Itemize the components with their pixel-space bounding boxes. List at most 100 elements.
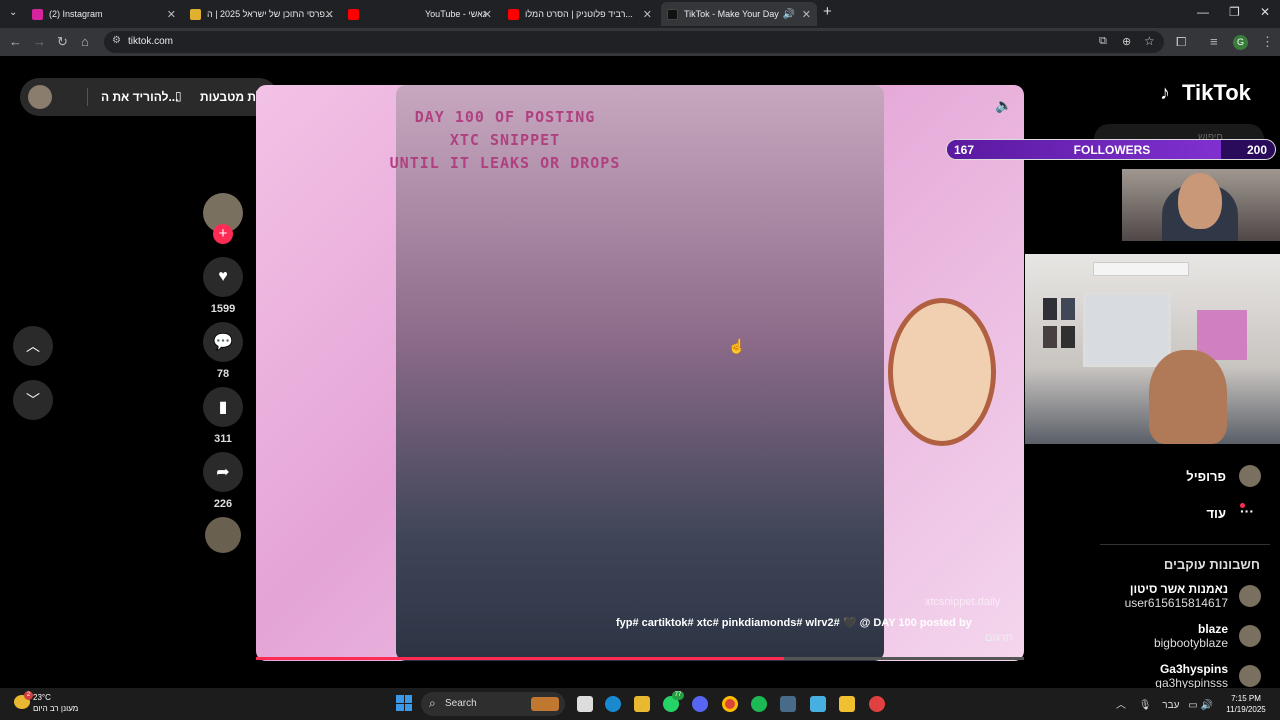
app-icon[interactable] (869, 696, 885, 712)
taskbar-search[interactable]: ⌕ Search (421, 692, 565, 716)
url-text[interactable]: tiktok.com (128, 36, 173, 47)
tab-awards[interactable]: פרסי התוכן של ישראל 2025 | ה... ✕ (184, 2, 340, 26)
minimize-button[interactable]: — (1197, 5, 1209, 19)
weather-desc: מעונן רב היום (33, 704, 79, 713)
profile-avatar[interactable] (1239, 465, 1261, 487)
comment-count: 78 (216, 368, 230, 380)
close-icon[interactable]: ✕ (167, 8, 176, 21)
phone-icon: ▯ (175, 89, 182, 103)
tab-tiktok[interactable]: TikTok - Make Your Day 🔊 ✕ (661, 2, 817, 26)
tab-title: רביד פלוטניק | הסרט המלו... (525, 9, 633, 19)
menu-icon[interactable]: ⋮ (1261, 34, 1274, 50)
new-tab-button[interactable]: + (823, 3, 832, 20)
speaker-icon[interactable]: 🔊 (783, 9, 795, 20)
spotify-icon[interactable] (751, 696, 767, 712)
download-app-label[interactable]: להוריד את ה... (101, 90, 178, 104)
maximize-button[interactable]: ❐ (1229, 5, 1240, 19)
edge-icon[interactable] (605, 696, 621, 712)
video-caption[interactable]: fyp# cartiktok# xtc# pinkdiamonds# wlrv2… (616, 616, 972, 629)
account-name: Ga3hyspins (1159, 662, 1228, 676)
site-info-icon[interactable]: ⚙ (112, 35, 121, 46)
discord-icon[interactable] (692, 696, 708, 712)
back-arrow-icon[interactable]: ← (9, 34, 22, 49)
share-arrow-icon[interactable]: ➦ (203, 452, 243, 492)
following-account[interactable]: blaze bigbootyblaze (1080, 622, 1228, 650)
file-explorer-icon[interactable] (634, 696, 650, 712)
bookmark-star-icon[interactable]: ☆ (1144, 34, 1155, 48)
account-avatar[interactable] (1239, 585, 1261, 607)
progress-fill (256, 657, 784, 660)
zoom-icon[interactable]: ⊕ (1122, 35, 1131, 48)
streamer-face (1178, 173, 1222, 229)
heart-icon[interactable]: ♥ (203, 257, 243, 297)
home-icon[interactable]: ⌂ (81, 34, 89, 49)
steam-icon[interactable] (780, 696, 796, 712)
bookmark-icon[interactable]: ▮ (203, 387, 243, 427)
follow-plus-button[interactable]: + (213, 224, 233, 244)
following-account[interactable]: נאמנות אשר סיטון user615615814617 (1080, 582, 1228, 610)
comment-icon[interactable]: 💬 (203, 322, 243, 362)
clock[interactable]: 7:15 PM 11/19/2025 (1222, 693, 1270, 715)
mute-icon[interactable]: 🔈 (995, 97, 1012, 114)
account-name: נאמנות אשר סיטון (1129, 582, 1228, 596)
following-account[interactable]: Ga3hyspins ga3hyspinsss (1080, 662, 1228, 690)
time: 7:15 PM (1231, 694, 1261, 703)
webcam-overlay-face (1122, 169, 1280, 241)
language-indicator[interactable]: עבר (1162, 700, 1179, 711)
chevron-down-icon: ﹀ (26, 392, 40, 408)
notepad-icon[interactable] (810, 696, 826, 712)
tab-title: (2) Instagram (49, 9, 103, 19)
network-icon[interactable]: ▭ (1188, 700, 1197, 711)
video-progress-bar[interactable] (256, 657, 1024, 660)
install-icon[interactable]: ⧉ (1099, 35, 1107, 48)
chevron-up-icon[interactable]: ︿ (1116, 700, 1126, 711)
taskbar: 2 23°C מעונן רב היום ⌕ Search 77 ︿ 🎙 עבר… (0, 688, 1280, 720)
save-action[interactable]: ▮ 311 (203, 387, 243, 445)
close-icon[interactable]: ✕ (802, 8, 811, 21)
profile-avatar[interactable]: G (1233, 35, 1248, 50)
reload-icon[interactable]: ↻ (57, 34, 68, 50)
microphone-icon[interactable]: 🎙 (1139, 700, 1152, 711)
poster (1043, 326, 1057, 348)
close-window-button[interactable]: ✕ (1260, 5, 1270, 19)
tab-instagram[interactable]: (2) Instagram ✕ (26, 2, 182, 26)
tab-youtube-gashi[interactable]: YouTube - גאשי ✕ (342, 2, 498, 26)
previous-video-button[interactable]: ︿ (13, 326, 53, 366)
whatsapp-badge: 77 (672, 691, 684, 700)
close-icon[interactable]: ✕ (483, 8, 492, 21)
volume-icon[interactable]: 🔊 (1200, 700, 1212, 711)
logo-text: TikTok (1182, 80, 1251, 105)
save-count: 311 (214, 433, 232, 445)
account-avatar[interactable] (1239, 665, 1261, 687)
tab-youtube-raviv[interactable]: רביד פלוטניק | הסרט המלו... ✕ (502, 2, 658, 26)
webcam-overlay-room (1025, 254, 1280, 444)
comment-action[interactable]: 💬 78 (203, 322, 243, 380)
air-conditioner (1093, 262, 1189, 276)
start-button[interactable] (396, 695, 412, 711)
media-control-icon[interactable]: ≡ (1210, 34, 1218, 49)
account-avatar[interactable] (1239, 625, 1261, 647)
download-app-pill[interactable]: להוריד את ה... ▯ קבלת מטבעות ◎ (20, 78, 283, 116)
sidebar-item-profile[interactable]: פרופיל (1120, 469, 1226, 484)
extensions-icon[interactable]: ⧠ (1176, 34, 1186, 50)
close-icon[interactable]: ✕ (643, 8, 652, 21)
like-count: 1599 (210, 303, 236, 315)
tiktok-logo[interactable]: ♪ TikTok (1160, 80, 1251, 106)
sidebar-item-more[interactable]: עוד (1120, 506, 1226, 521)
url-box[interactable]: ⚙ tiktok.com ⧉ ⊕ ☆ (104, 31, 1164, 53)
music-disc-avatar[interactable] (205, 517, 241, 553)
next-video-button[interactable]: ﹀ (13, 380, 53, 420)
close-icon[interactable]: ✕ (325, 8, 334, 21)
forward-arrow-icon[interactable]: → (33, 34, 46, 49)
task-view-icon[interactable] (577, 696, 593, 712)
translate-link[interactable]: תרגום (985, 632, 1013, 644)
tab-title: פרסי התוכן של ישראל 2025 | ה... (207, 9, 333, 19)
weather-badge: 2 (24, 691, 33, 700)
share-action[interactable]: ➦ 226 (203, 452, 243, 510)
like-action[interactable]: ♥ 1599 (203, 257, 243, 315)
chrome-icon[interactable] (722, 696, 738, 712)
sticky-notes-icon[interactable] (839, 696, 855, 712)
tab-search-icon[interactable]: ⌄ (9, 7, 17, 18)
tab-bar: ⌄ (2) Instagram ✕ פרסי התוכן של ישראל 20… (0, 0, 1280, 28)
system-tray[interactable]: ︿ 🎙 עבר ▭ 🔊 (1116, 696, 1213, 711)
